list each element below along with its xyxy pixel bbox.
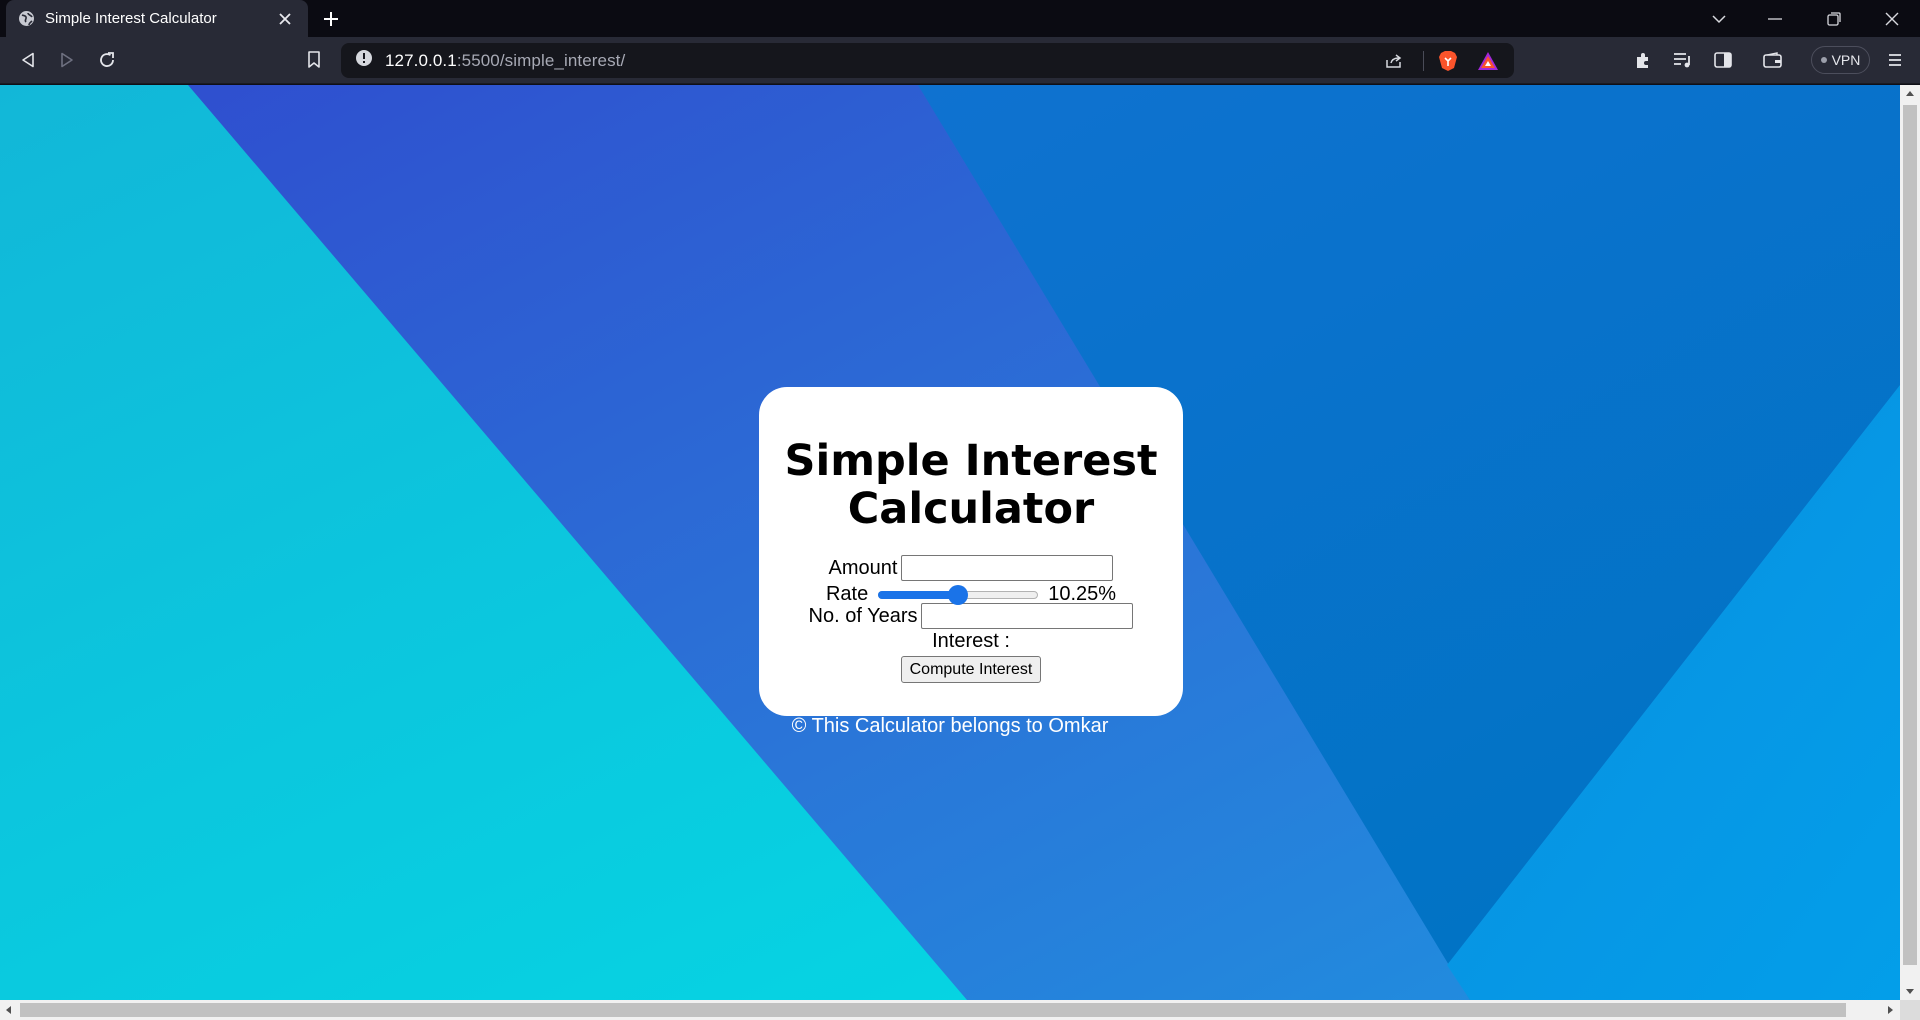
sidebar-icon[interactable]: [1708, 45, 1738, 75]
address-bar[interactable]: 127.0.0.1:5500/simple_interest/: [341, 43, 1514, 78]
scroll-up-arrow-icon[interactable]: [1906, 91, 1914, 96]
minimize-icon[interactable]: [1749, 0, 1801, 37]
plus-icon[interactable]: [318, 6, 344, 32]
compute-interest-button[interactable]: Compute Interest: [900, 656, 1042, 683]
amount-label: Amount: [828, 557, 898, 579]
reload-icon[interactable]: [92, 45, 122, 75]
browser-toolbar: 127.0.0.1:5500/simple_interest/ VPN: [0, 37, 1920, 84]
years-input[interactable]: [921, 603, 1134, 629]
restore-icon[interactable]: [1808, 0, 1860, 37]
amount-row: Amount: [759, 555, 1183, 581]
brave-rewards-icon[interactable]: [1475, 48, 1501, 74]
vpn-status-dot: [1820, 57, 1827, 63]
globe-icon: [18, 10, 35, 27]
back-icon[interactable]: [13, 45, 43, 75]
vpn-label: VPN: [1831, 52, 1861, 68]
rate-label: Rate: [825, 583, 869, 605]
brave-shield-icon[interactable]: [1435, 48, 1461, 74]
info-icon[interactable]: [355, 49, 373, 72]
calculator-card: Simple Interest Calculator Amount Rate 1…: [759, 387, 1183, 716]
menu-icon[interactable]: [1880, 45, 1910, 75]
chevron-down-icon[interactable]: [1693, 0, 1745, 37]
horizontal-scroll-thumb[interactable]: [20, 1003, 1846, 1017]
interest-row: Interest :: [759, 629, 1183, 653]
url-host: 127.0.0.1: [385, 50, 457, 70]
url-path: :5500/simple_interest/: [456, 50, 626, 70]
page-viewport: Simple Interest Calculator Amount Rate 1…: [0, 85, 1900, 1000]
scroll-down-arrow-icon[interactable]: [1906, 989, 1914, 994]
share-icon[interactable]: [1381, 48, 1407, 74]
vertical-scroll-thumb[interactable]: [1903, 105, 1917, 965]
divider: [1423, 51, 1424, 71]
scroll-right-arrow-icon[interactable]: [1888, 1006, 1893, 1014]
vpn-button[interactable]: VPN: [1811, 46, 1870, 74]
years-row: No. of Years: [759, 603, 1183, 629]
rate-slider-fill: [878, 591, 959, 599]
amount-input[interactable]: [901, 555, 1114, 581]
years-label: No. of Years: [808, 605, 918, 627]
vertical-scrollbar[interactable]: [1900, 85, 1920, 1000]
rate-slider[interactable]: [878, 584, 1039, 605]
tab-strip: Simple Interest Calculator: [0, 0, 1920, 37]
bookmark-icon[interactable]: [299, 45, 329, 75]
interest-label: Interest :: [932, 630, 1010, 652]
browser-tab[interactable]: Simple Interest Calculator: [6, 0, 308, 37]
tab-title: Simple Interest Calculator: [45, 10, 217, 27]
horizontal-scrollbar[interactable]: [0, 1000, 1900, 1020]
forward-icon[interactable]: [52, 45, 82, 75]
rate-slider-thumb[interactable]: [948, 585, 969, 605]
extensions-icon[interactable]: [1628, 45, 1658, 75]
url-text: 127.0.0.1:5500/simple_interest/: [385, 51, 625, 71]
scroll-left-arrow-icon[interactable]: [6, 1006, 11, 1014]
playlist-icon[interactable]: [1668, 45, 1698, 75]
close-window-icon[interactable]: [1866, 0, 1918, 37]
compute-row: Compute Interest: [759, 653, 1183, 683]
footer-copyright: © This Calculator belongs to Omkar: [791, 715, 1109, 737]
page-title: Simple Interest Calculator: [784, 436, 1158, 534]
close-icon[interactable]: [274, 8, 296, 30]
wallet-icon[interactable]: [1758, 45, 1788, 75]
scrollbar-corner: [1900, 1000, 1920, 1020]
